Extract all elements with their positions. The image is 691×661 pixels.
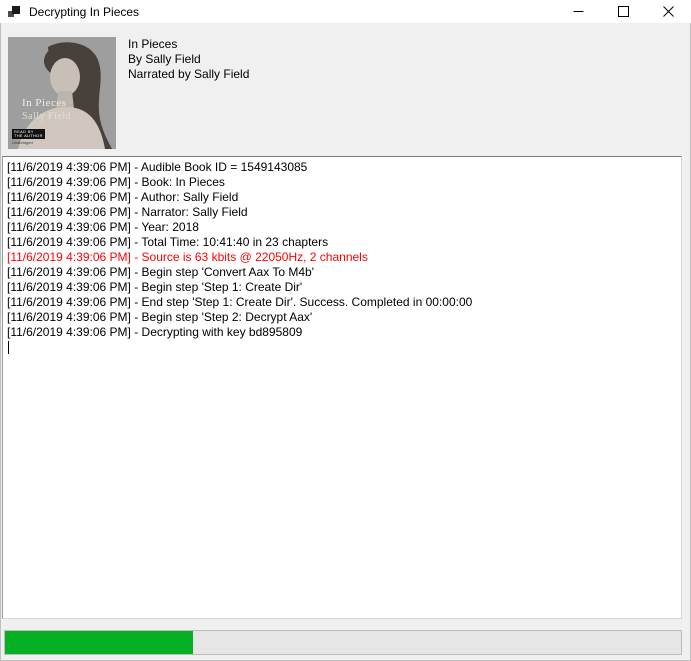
window-controls xyxy=(556,0,691,23)
book-title-label: In Pieces xyxy=(128,37,249,52)
minimize-icon xyxy=(573,6,584,17)
book-cover-image: In Pieces Sally Field READ BY THE AUTHOR… xyxy=(8,37,116,149)
cover-author-text: Sally Field xyxy=(22,111,71,122)
close-icon xyxy=(663,6,674,17)
log-line-text: [11/6/2019 4:39:06 PM] - Author: Sally F… xyxy=(7,190,238,204)
log-line-text: [11/6/2019 4:39:06 PM] - Narrator: Sally… xyxy=(7,205,248,219)
log-line: [11/6/2019 4:39:06 PM] - End step 'Step … xyxy=(7,295,679,310)
window-title: Decrypting In Pieces xyxy=(29,5,139,19)
log-line: [11/6/2019 4:39:06 PM] - Audible Book ID… xyxy=(7,160,679,175)
close-button[interactable] xyxy=(646,0,691,23)
maximize-button[interactable] xyxy=(601,0,646,23)
log-line-text: [11/6/2019 4:39:06 PM] - Begin step 'Ste… xyxy=(7,310,312,324)
cover-edition-text: Unabridged xyxy=(12,140,33,145)
app-icon[interactable] xyxy=(7,5,21,19)
text-caret xyxy=(8,341,9,354)
log-line: [11/6/2019 4:39:06 PM] - Source is 63 kb… xyxy=(7,250,679,265)
log-line: [11/6/2019 4:39:06 PM] - Begin step 'Con… xyxy=(7,265,679,280)
cover-title-text: In Pieces xyxy=(22,97,67,109)
log-line: [11/6/2019 4:39:06 PM] - Narrator: Sally… xyxy=(7,205,679,220)
log-line: [11/6/2019 4:39:06 PM] - Begin step 'Ste… xyxy=(7,280,679,295)
log-line-text: [11/6/2019 4:39:06 PM] - Audible Book ID… xyxy=(7,160,307,174)
log-line-text: [11/6/2019 4:39:06 PM] - Decrypting with… xyxy=(7,325,302,339)
log-line: [11/6/2019 4:39:06 PM] - Decrypting with… xyxy=(7,325,679,340)
app-window: Decrypting In Pieces xyxy=(0,0,691,661)
minimize-button[interactable] xyxy=(556,0,601,23)
log-line-text: [11/6/2019 4:39:06 PM] - End step 'Step … xyxy=(7,295,472,309)
book-info: In Pieces By Sally Field Narrated by Sal… xyxy=(128,37,249,82)
log-textbox[interactable]: [11/6/2019 4:39:06 PM] - Audible Book ID… xyxy=(2,156,682,619)
log-line: [11/6/2019 4:39:06 PM] - Year: 2018 xyxy=(7,220,679,235)
cover-badge-line2: THE AUTHOR xyxy=(14,133,43,138)
log-line-text: [11/6/2019 4:39:06 PM] - Year: 2018 xyxy=(7,220,199,234)
log-line-text: [11/6/2019 4:39:06 PM] - Begin step 'Con… xyxy=(7,265,314,279)
log-line-text: [11/6/2019 4:39:06 PM] - Total Time: 10:… xyxy=(7,235,328,249)
log-line: [11/6/2019 4:39:06 PM] - Begin step 'Ste… xyxy=(7,310,679,325)
progress-fill xyxy=(5,631,193,654)
log-line-text: [11/6/2019 4:39:06 PM] - Begin step 'Ste… xyxy=(7,280,302,294)
titlebar[interactable]: Decrypting In Pieces xyxy=(0,0,691,23)
book-author-label: By Sally Field xyxy=(128,52,249,67)
log-line: [11/6/2019 4:39:06 PM] - Author: Sally F… xyxy=(7,190,679,205)
log-line: [11/6/2019 4:39:06 PM] - Total Time: 10:… xyxy=(7,235,679,250)
maximize-icon xyxy=(618,6,629,17)
progress-bar xyxy=(4,630,682,655)
book-narrator-label: Narrated by Sally Field xyxy=(128,67,249,82)
log-line-text: [11/6/2019 4:39:06 PM] - Source is 63 kb… xyxy=(7,250,368,264)
log-line: [11/6/2019 4:39:06 PM] - Book: In Pieces xyxy=(7,175,679,190)
log-line-text: [11/6/2019 4:39:06 PM] - Book: In Pieces xyxy=(7,175,225,189)
cover-read-by-badge: READ BY THE AUTHOR xyxy=(12,129,45,139)
